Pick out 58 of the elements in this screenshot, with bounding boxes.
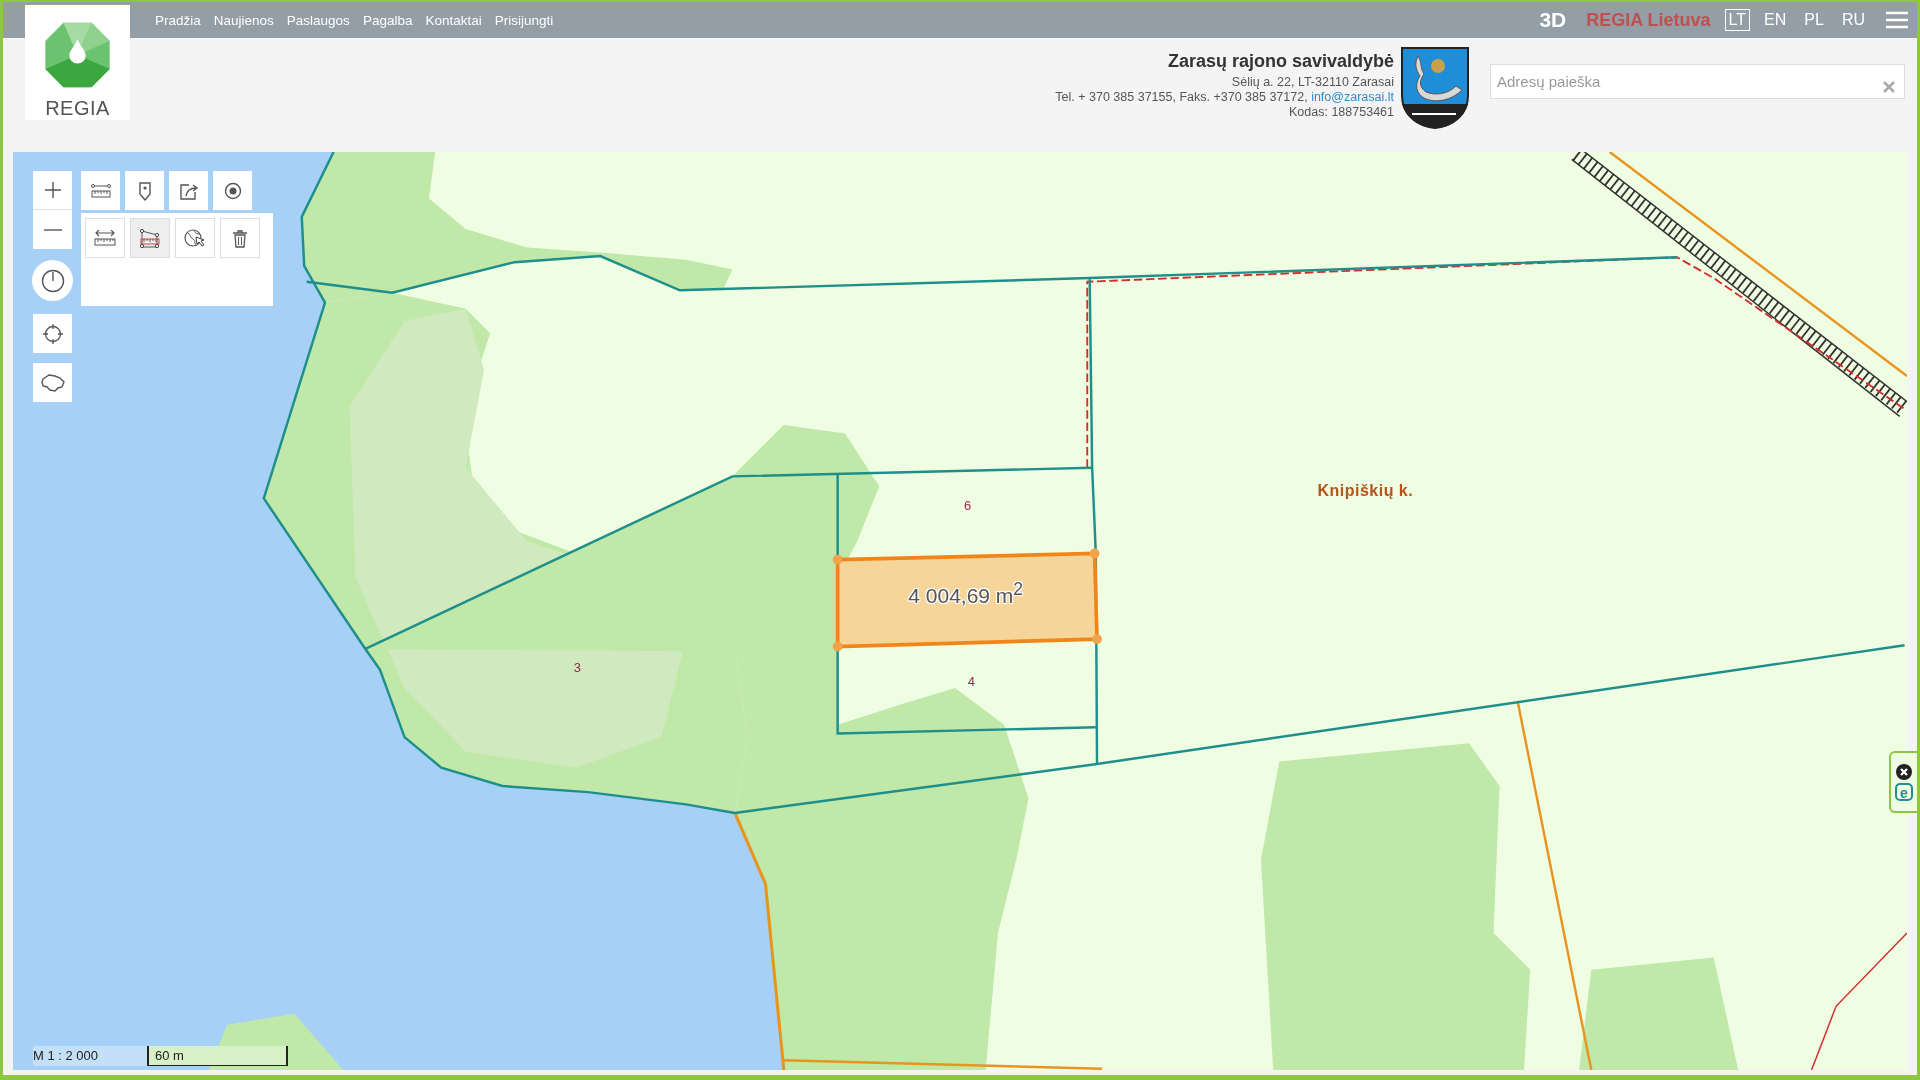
nav-link[interactable]: Naujienos [213,12,274,28]
record-icon [223,181,242,200]
area-measurement-label: 4 004,69 m$^{2}$ [908,578,1024,608]
close-icon[interactable] [1896,763,1912,780]
place-label: Knipiškių k. [1317,481,1414,500]
delete-button[interactable] [220,218,260,258]
municipality-code: Kodas: 188753461 [1288,105,1394,120]
nav-link[interactable]: Pradžia [155,12,201,28]
pin-icon [138,180,151,201]
parcel-number: 3 [573,659,581,675]
language-option[interactable]: LT [1724,9,1751,31]
e-button[interactable]: e [1895,782,1913,801]
plus-icon [43,181,62,199]
logo-text: REGIA [45,97,110,120]
nav-link[interactable]: Paslaugos [286,12,350,28]
record-button[interactable] [213,171,252,210]
minus-icon [43,228,62,231]
area-button[interactable] [130,218,170,258]
country-view-button[interactable] [33,363,72,402]
close-icon [1883,81,1895,93]
area-ruler-icon [139,228,161,248]
language-option[interactable]: RU [1837,9,1869,31]
coat-of-arms-icon [1400,46,1470,130]
address-search-field[interactable]: Adresų paieška [1490,64,1905,99]
trash-icon [232,228,248,248]
zoom-out-button[interactable] [33,210,72,249]
select-button[interactable] [175,218,215,258]
parcel-number: 6 [963,497,972,513]
scale-ratio: M 1 : 2 000 [33,1046,147,1066]
3d-view-link[interactable]: 3D [1539,8,1567,32]
nav-link[interactable]: Prisijungti [494,12,554,28]
distance-button[interactable] [85,218,125,258]
menu-icon[interactable] [1885,10,1909,30]
nav-link[interactable]: Kontaktai [425,12,482,28]
share-button[interactable] [169,171,208,210]
power-icon [40,268,65,293]
crosshair-icon [42,323,63,344]
country-outline-icon [39,372,66,393]
logo-card[interactable]: REGIA [25,5,130,120]
parcel-number: 4 [967,673,975,689]
locate-button[interactable] [33,314,72,353]
selected-parcel[interactable] [832,548,1102,652]
municipality-address: Sėlių a. 22, LT-32110 Zarasai [1230,75,1394,90]
globe-cursor-icon [184,228,206,248]
scale-bar: 60 m [147,1046,288,1066]
brand-link[interactable]: REGIA Lietuva [1586,9,1711,31]
ruler-icon [90,183,111,198]
municipality-name: Zarasų rajono savivaldybė [1166,50,1394,72]
nav-link[interactable]: Pagalba [362,12,413,28]
email-link[interactable]: info@zarasai.lt [1311,90,1394,104]
municipality-contacts: Tel. + 370 385 37155, Faks. +370 385 37172, [1055,90,1308,104]
language-option[interactable]: EN [1760,9,1791,31]
zoom-in-button[interactable] [33,171,72,210]
language-option[interactable]: PL [1800,9,1828,31]
distance-ruler-icon [94,230,116,246]
measure-button[interactable] [81,171,120,210]
share-icon [178,181,199,200]
marker-button[interactable] [125,171,164,210]
